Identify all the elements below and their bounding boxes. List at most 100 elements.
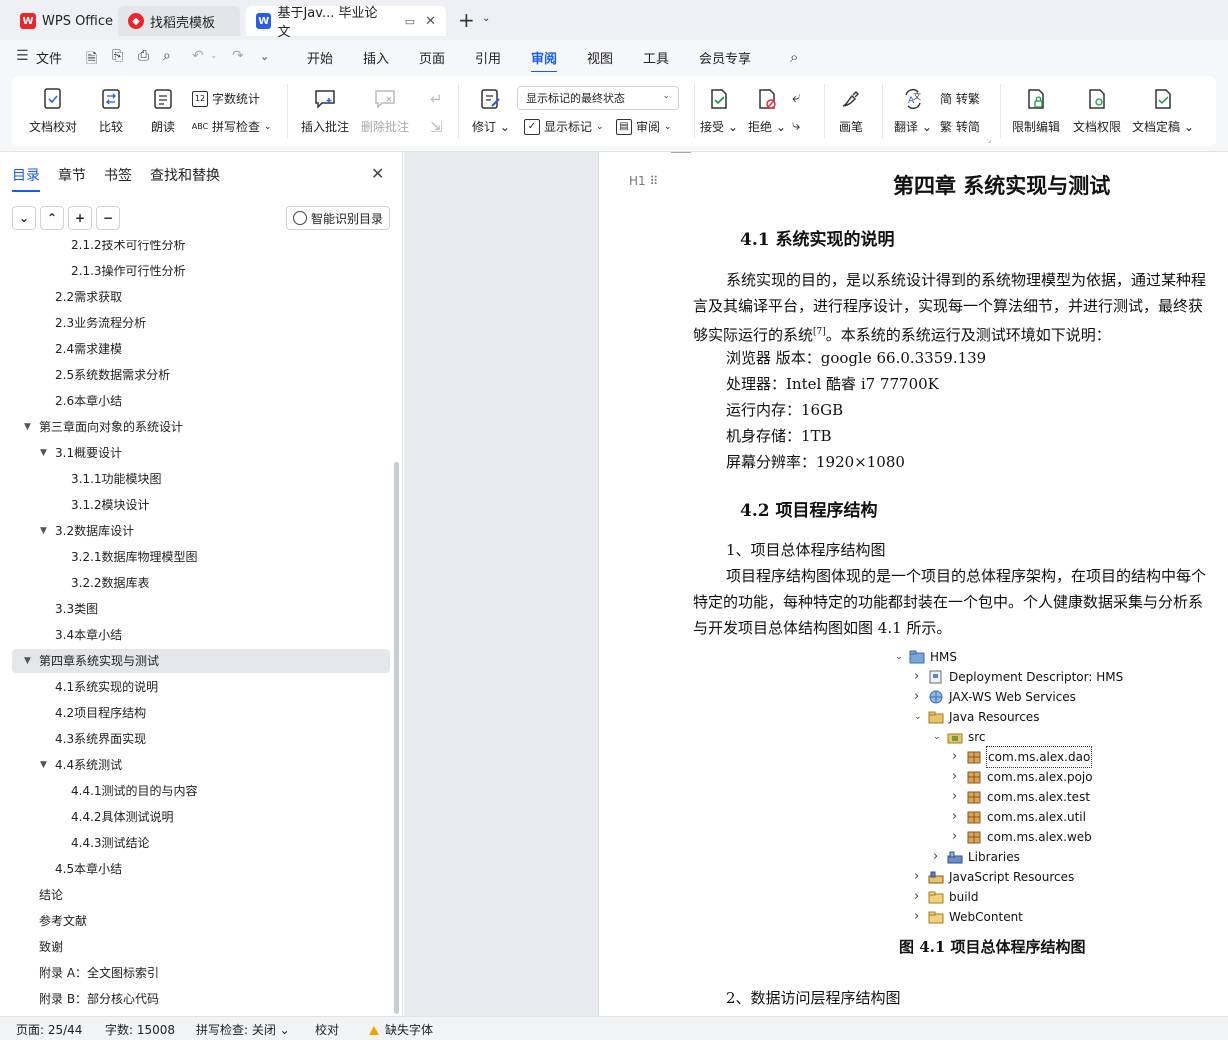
to-traditional-button[interactable]: 简 转繁 xyxy=(940,90,980,107)
previous-change-icon[interactable]: ⤶ xyxy=(792,88,800,106)
expand-all-icon[interactable]: ⌄ xyxy=(12,206,36,230)
toc-item[interactable]: 3.2.2数据库表 xyxy=(71,572,150,594)
track-changes-button[interactable]: 修订 ⌄ xyxy=(472,76,510,135)
heading-handle-icon[interactable]: H1 ⠿ xyxy=(629,174,658,188)
toc-item[interactable]: 2.1.2技术可行性分析 xyxy=(71,240,186,256)
toc-item[interactable]: 第四章系统实现与测试 xyxy=(39,650,159,672)
page-indicator[interactable]: 页面: 25/44 xyxy=(16,1021,82,1038)
chevron-right-icon[interactable]: › xyxy=(933,847,947,867)
toc-item[interactable]: 结论 xyxy=(39,884,63,906)
next-change-icon[interactable]: ⤷ xyxy=(792,116,800,134)
accept-button[interactable]: 接受 ⌄ xyxy=(700,76,738,135)
chevron-down-icon[interactable]: ⌄ xyxy=(914,707,928,727)
tree-node[interactable]: ⌄ Java Resources xyxy=(914,707,1039,727)
previous-comment-icon[interactable]: ↵ xyxy=(430,90,443,108)
next-comment-icon[interactable]: ⇲ xyxy=(430,118,443,136)
delete-comment-button[interactable]: 删除批注 xyxy=(361,76,409,135)
chevron-right-icon[interactable]: › xyxy=(914,867,928,887)
remove-heading-icon[interactable]: − xyxy=(96,206,120,230)
chevron-down-icon[interactable]: ⌄ xyxy=(482,13,490,24)
chevron-right-icon[interactable]: › xyxy=(914,887,928,907)
menu-home[interactable]: 开始 xyxy=(307,48,333,67)
tree-node[interactable]: › com.ms.alex.util xyxy=(952,807,1086,827)
nav-tab-bookmarks[interactable]: 书签 xyxy=(104,165,132,185)
toc-item[interactable]: 附录 B：部分核心代码 xyxy=(39,988,159,1010)
undo-dropdown-icon[interactable]: ⌄ xyxy=(210,51,218,61)
close-icon[interactable]: ✕ xyxy=(425,14,436,29)
insert-comment-button[interactable]: 插入批注 xyxy=(301,76,349,135)
word-count-button[interactable]: 12 字数统计 xyxy=(192,90,260,107)
hamburger-menu-icon[interactable]: ☰ xyxy=(16,48,29,64)
tree-node[interactable]: › com.ms.alex.web xyxy=(952,827,1092,847)
undo-icon[interactable]: ↶ xyxy=(192,48,204,64)
toc-expand-toggle-icon[interactable]: ▼ xyxy=(24,416,31,438)
translate-button[interactable]: A文 翻译 ⌄ xyxy=(894,76,932,135)
menu-reference[interactable]: 引用 xyxy=(475,48,501,67)
spell-check-button[interactable]: ABC 拼写检查 ⌄ xyxy=(192,118,272,135)
spell-check-indicator[interactable]: 拼写检查: 关闭 ⌄ xyxy=(196,1021,290,1038)
chevron-right-icon[interactable]: › xyxy=(914,667,928,687)
tree-node[interactable]: › build xyxy=(914,887,979,907)
chevron-right-icon[interactable]: › xyxy=(914,687,928,707)
document-page[interactable]: H1 ⠿ 第四章 系统实现与测试 4.1 系统实现的说明 系统实现的目的，是以系… xyxy=(598,152,1228,1016)
doc-permission-button[interactable]: 文档权限 xyxy=(1073,76,1121,135)
print-icon[interactable]: ⎙ xyxy=(138,48,149,64)
proofread-button[interactable]: 文档校对 xyxy=(29,76,77,135)
toc-item[interactable]: 4.1系统实现的说明 xyxy=(55,676,158,698)
toc-item[interactable]: 2.5系统数据需求分析 xyxy=(55,364,170,386)
toc-item[interactable]: 4.4系统测试 xyxy=(55,754,122,776)
nav-tab-toc[interactable]: 目录 xyxy=(12,165,40,192)
reject-button[interactable]: 拒绝 ⌄ xyxy=(748,76,786,135)
toc-item[interactable]: 3.2数据库设计 xyxy=(55,520,134,542)
tree-node[interactable]: ⌄ HMS xyxy=(895,647,957,667)
menu-file[interactable]: 文件 xyxy=(36,48,62,67)
toc-item[interactable]: 3.1.1功能模块图 xyxy=(71,468,162,490)
toc-item[interactable]: 2.6本章小结 xyxy=(55,390,122,412)
tab-docer-templates[interactable]: ◆ 找稻壳模板 xyxy=(118,6,240,36)
show-markup-button[interactable]: ✓ 显示标记 ⌄ xyxy=(524,118,604,135)
chevron-right-icon[interactable]: › xyxy=(914,907,928,927)
review-pane-button[interactable]: ▤ 审阅 ⌄ xyxy=(616,118,672,135)
toc-item[interactable]: 4.3系统界面实现 xyxy=(55,728,146,750)
finalize-button[interactable]: 文档定稿 ⌄ xyxy=(1132,76,1194,135)
collapse-all-icon[interactable]: ⌃ xyxy=(40,206,64,230)
tree-node[interactable]: › com.ms.alex.pojo xyxy=(952,767,1093,787)
tree-node[interactable]: › JavaScript Resources xyxy=(914,867,1074,887)
toc-item[interactable]: 2.3业务流程分析 xyxy=(55,312,146,334)
toc-item[interactable]: 3.1.2模块设计 xyxy=(71,494,150,516)
toc-item[interactable]: 第三章面向对象的系统设计 xyxy=(39,416,183,438)
toc-item[interactable]: 4.4.3测试结论 xyxy=(71,832,150,854)
chevron-right-icon[interactable]: › xyxy=(952,747,966,767)
toc-item[interactable]: 4.4.2具体测试说明 xyxy=(71,806,174,828)
toc-item[interactable]: 2.4需求建模 xyxy=(55,338,122,360)
to-simplified-button[interactable]: 繁 转简 xyxy=(940,118,980,135)
restrict-edit-button[interactable]: 限制编辑 xyxy=(1012,76,1060,135)
chevron-down-icon[interactable]: ⌄ xyxy=(933,727,947,747)
new-tab-plus-icon[interactable]: + xyxy=(458,8,475,32)
toc-expand-toggle-icon[interactable]: ▼ xyxy=(40,754,47,776)
menu-member[interactable]: 会员专享 xyxy=(699,48,751,67)
toc-item[interactable]: 4.5本章小结 xyxy=(55,858,122,880)
redo-icon[interactable]: ↷ xyxy=(232,48,244,64)
missing-font-indicator[interactable]: 缺失字体 xyxy=(369,1021,433,1038)
toc-item[interactable]: 3.3类图 xyxy=(55,598,98,620)
tree-node[interactable]: ⌄ src xyxy=(933,727,986,747)
nav-scrollbar[interactable] xyxy=(394,462,399,1014)
toc-item[interactable]: 3.2.1数据库物理模型图 xyxy=(71,546,198,568)
toc-item[interactable]: 2.1.3操作可行性分析 xyxy=(71,260,186,282)
tab-window-icon[interactable]: ▭ xyxy=(405,15,415,28)
toc-item[interactable]: 附录 A：全文图标索引 xyxy=(39,962,159,984)
dialog-launcher-icon[interactable]: ⌟ xyxy=(988,136,991,144)
tree-node[interactable]: › Deployment Descriptor: HMS xyxy=(914,667,1123,687)
toc-expand-toggle-icon[interactable]: ▼ xyxy=(24,650,31,672)
nav-tab-chapters[interactable]: 章节 xyxy=(58,165,86,185)
toc-item[interactable]: 3.4本章小结 xyxy=(55,624,122,646)
toc-item[interactable]: 4.2项目程序结构 xyxy=(55,702,146,724)
tree-node[interactable]: › com.ms.alex.test xyxy=(952,787,1090,807)
tree-node[interactable]: › WebContent xyxy=(914,907,1023,927)
read-aloud-button[interactable]: 朗读 xyxy=(150,76,176,135)
tree-node[interactable]: › JAX-WS Web Services xyxy=(914,687,1076,707)
add-heading-icon[interactable]: + xyxy=(68,206,92,230)
chevron-right-icon[interactable]: › xyxy=(952,827,966,847)
menu-view[interactable]: 视图 xyxy=(587,48,613,67)
